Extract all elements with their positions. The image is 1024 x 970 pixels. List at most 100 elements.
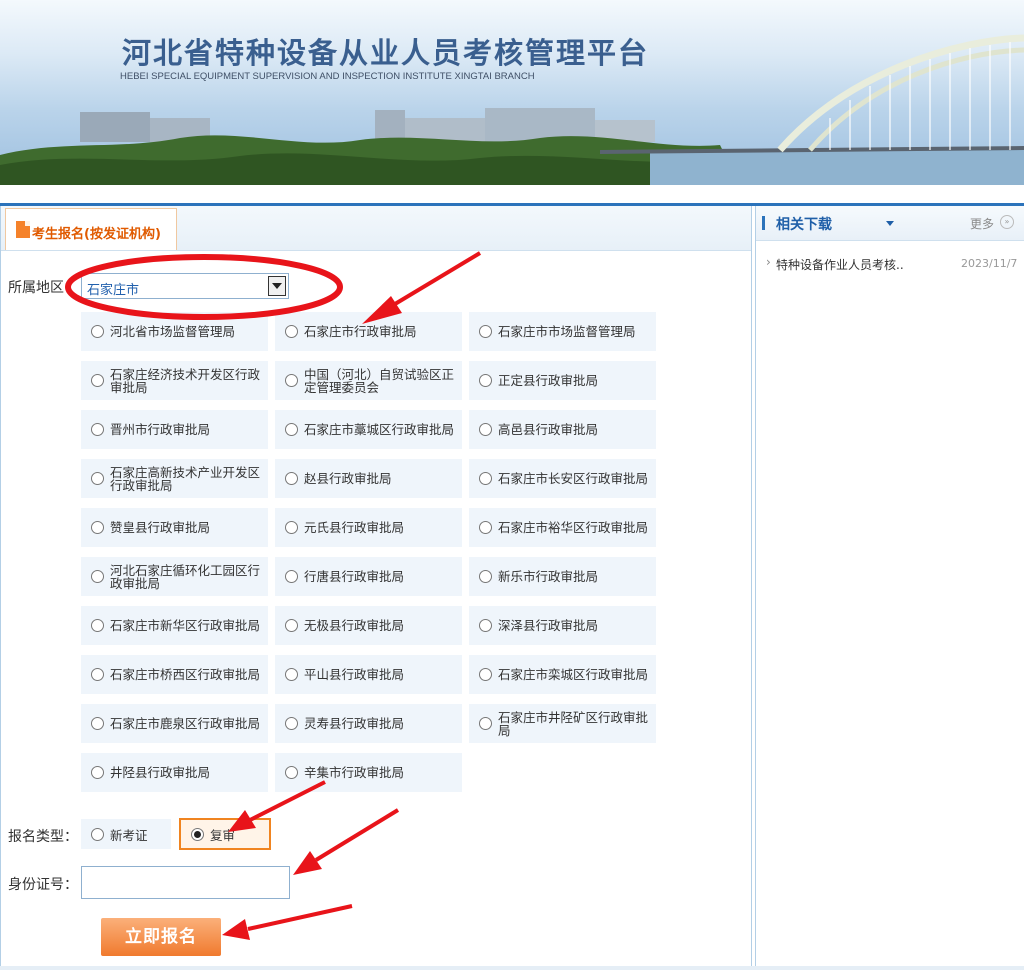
issuer-option[interactable]: 赵县行政审批局 [275, 459, 462, 498]
issuer-option[interactable]: 石家庄市藁城区行政审批局 [275, 410, 462, 449]
issuer-option[interactable]: 新乐市行政审批局 [469, 557, 656, 596]
radio-icon[interactable] [91, 668, 104, 681]
issuer-option-label: 河北石家庄循环化工园区行政审批局 [110, 562, 261, 591]
issuer-option-label: 辛集市行政审批局 [304, 765, 405, 780]
issuer-option[interactable]: 河北石家庄循环化工园区行政审批局 [81, 557, 268, 596]
radio-icon[interactable] [285, 472, 298, 485]
type-option-label: 新考证 [110, 827, 148, 843]
more-link[interactable]: 更多 [970, 215, 994, 232]
id-number-label: 身份证号： [8, 877, 78, 893]
issuer-option-label: 新乐市行政审批局 [498, 569, 599, 584]
type-option-new[interactable]: 新考证 [81, 819, 171, 849]
issuer-option[interactable]: 辛集市行政审批局 [275, 753, 462, 792]
issuer-option[interactable]: 石家庄高新技术产业开发区行政审批局 [81, 459, 268, 498]
issuer-option-label: 石家庄市行政审批局 [304, 324, 417, 339]
downloads-title[interactable]: 相关下载 [776, 214, 832, 234]
issuer-option-label: 河北省市场监督管理局 [110, 324, 236, 339]
issuer-option[interactable]: 深泽县行政审批局 [469, 606, 656, 645]
radio-icon[interactable] [285, 668, 298, 681]
radio-icon[interactable] [91, 423, 104, 436]
radio-icon[interactable] [91, 570, 104, 583]
caret-down-icon[interactable] [886, 221, 894, 226]
issuer-option[interactable]: 石家庄市井陉矿区行政审批局 [469, 704, 656, 743]
radio-icon[interactable] [91, 827, 104, 841]
radio-icon[interactable] [285, 521, 298, 534]
issuer-option-label: 石家庄市裕华区行政审批局 [498, 520, 649, 535]
issuer-option-label: 中国（河北）自贸试验区正定管理委员会 [304, 366, 455, 395]
downloads-header: 相关下载 更多 » [756, 206, 1024, 241]
issuer-option-label: 石家庄市市场监督管理局 [498, 324, 636, 339]
radio-icon[interactable] [91, 374, 104, 387]
issuer-option-label: 灵寿县行政审批局 [304, 716, 405, 731]
radio-icon[interactable] [479, 374, 492, 387]
radio-icon[interactable] [285, 325, 298, 338]
issuer-option[interactable]: 无极县行政审批局 [275, 606, 462, 645]
issuer-option-label: 石家庄市栾城区行政审批局 [498, 667, 649, 682]
radio-icon[interactable] [285, 423, 298, 436]
document-icon [16, 221, 30, 238]
radio-icon[interactable] [285, 766, 298, 779]
tab-bar: 考生报名(按发证机构) [1, 206, 751, 251]
issuer-option[interactable]: 石家庄市鹿泉区行政审批局 [81, 704, 268, 743]
radio-icon[interactable] [285, 717, 298, 730]
issuer-option-label: 晋州市行政审批局 [110, 422, 211, 437]
issuer-option[interactable]: 灵寿县行政审批局 [275, 704, 462, 743]
issuer-option-label: 赞皇县行政审批局 [110, 520, 211, 535]
issuer-option[interactable]: 石家庄经济技术开发区行政审批局 [81, 361, 268, 400]
region-select[interactable]: 石家庄市 [81, 273, 289, 299]
radio-icon[interactable] [91, 472, 104, 485]
issuer-option[interactable]: 河北省市场监督管理局 [81, 312, 268, 351]
issuer-option[interactable]: 石家庄市新华区行政审批局 [81, 606, 268, 645]
radio-checked-icon[interactable] [191, 827, 204, 841]
chevron-down-icon[interactable] [268, 276, 286, 296]
issuer-option[interactable]: 平山县行政审批局 [275, 655, 462, 694]
tab-registration-by-issuer[interactable]: 考生报名(按发证机构) [5, 208, 177, 250]
radio-icon[interactable] [479, 619, 492, 632]
radio-icon[interactable] [285, 619, 298, 632]
issuer-option[interactable]: 井陉县行政审批局 [81, 753, 268, 792]
radio-icon[interactable] [479, 472, 492, 485]
issuer-option-label: 石家庄市长安区行政审批局 [498, 471, 649, 486]
radio-icon[interactable] [479, 668, 492, 681]
radio-icon[interactable] [479, 521, 492, 534]
header-banner: 河北省特种设备从业人员考核管理平台 HEBEI SPECIAL EQUIPMEN… [0, 0, 1024, 185]
issuer-option[interactable]: 中国（河北）自贸试验区正定管理委员会 [275, 361, 462, 400]
site-title: 河北省特种设备从业人员考核管理平台 [122, 36, 650, 70]
radio-icon[interactable] [479, 325, 492, 338]
issuer-option-label: 石家庄市桥西区行政审批局 [110, 667, 261, 682]
tab-label: 考生报名(按发证机构) [32, 227, 161, 242]
radio-icon[interactable] [479, 717, 492, 730]
registration-type-label: 报名类型： [8, 829, 78, 845]
region-select-value: 石家庄市 [87, 283, 140, 298]
issuer-option[interactable]: 行唐县行政审批局 [275, 557, 462, 596]
issuer-option[interactable]: 晋州市行政审批局 [81, 410, 268, 449]
radio-icon[interactable] [91, 766, 104, 779]
issuer-option[interactable]: 高邑县行政审批局 [469, 410, 656, 449]
radio-icon[interactable] [479, 570, 492, 583]
radio-icon[interactable] [91, 521, 104, 534]
radio-icon[interactable] [285, 570, 298, 583]
download-item-link[interactable]: 特种设备作业人员考核.. [766, 255, 904, 273]
issuer-option[interactable]: 赞皇县行政审批局 [81, 508, 268, 547]
radio-icon[interactable] [285, 374, 298, 387]
issuer-option[interactable]: 石家庄市裕华区行政审批局 [469, 508, 656, 547]
downloads-panel: 相关下载 更多 » 特种设备作业人员考核.. 2023/11/7 [755, 206, 1024, 970]
issuer-option[interactable]: 石家庄市栾城区行政审批局 [469, 655, 656, 694]
radio-icon[interactable] [479, 423, 492, 436]
more-arrow-icon[interactable]: » [1000, 215, 1014, 229]
register-now-button[interactable]: 立即报名 [101, 918, 221, 956]
issuer-option[interactable]: 正定县行政审批局 [469, 361, 656, 400]
issuer-option[interactable]: 石家庄市市场监督管理局 [469, 312, 656, 351]
section-marker [762, 216, 765, 230]
issuer-option[interactable]: 元氏县行政审批局 [275, 508, 462, 547]
issuer-option-label: 无极县行政审批局 [304, 618, 405, 633]
radio-icon[interactable] [91, 325, 104, 338]
issuer-option[interactable]: 石家庄市行政审批局 [275, 312, 462, 351]
radio-icon[interactable] [91, 717, 104, 730]
issuer-option[interactable]: 石家庄市桥西区行政审批局 [81, 655, 268, 694]
radio-icon[interactable] [91, 619, 104, 632]
issuer-option-label: 赵县行政审批局 [304, 471, 392, 486]
type-option-review[interactable]: 复审 [179, 818, 271, 850]
id-number-input[interactable] [81, 866, 290, 899]
issuer-option[interactable]: 石家庄市长安区行政审批局 [469, 459, 656, 498]
